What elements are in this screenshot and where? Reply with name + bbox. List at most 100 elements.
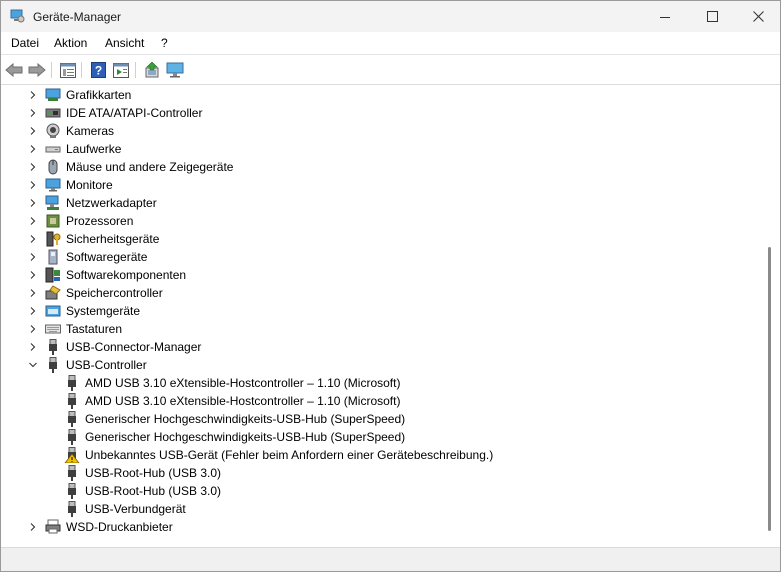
help-button[interactable]: ? <box>88 60 108 80</box>
tree-item-label: USB-Root-Hub (USB 3.0) <box>85 484 222 498</box>
tree-category[interactable]: Softwaregeräte <box>3 248 763 266</box>
tree-category[interactable]: Systemgeräte <box>3 302 763 320</box>
tree-item-label: USB-Connector-Manager <box>66 340 202 354</box>
camera-icon <box>45 123 61 139</box>
chevron-right-icon[interactable] <box>28 324 38 334</box>
chevron-right-icon[interactable] <box>28 108 38 118</box>
menu-aktion[interactable]: Aktion <box>54 36 87 50</box>
chevron-right-icon[interactable] <box>28 234 38 244</box>
printer-icon <box>45 519 61 535</box>
tree-category[interactable]: Softwarekomponenten <box>3 266 763 284</box>
tree-category[interactable]: Speichercontroller <box>3 284 763 302</box>
chevron-right-icon[interactable] <box>28 252 38 262</box>
tree-item-label: Kameras <box>66 124 115 138</box>
tree-category[interactable]: Sicherheitsgeräte <box>3 230 763 248</box>
chevron-right-icon[interactable] <box>28 522 38 532</box>
chevron-right-icon[interactable] <box>28 342 38 352</box>
tree-device[interactable]: Generischer Hochgeschwindigkeits-USB-Hub… <box>3 410 763 428</box>
device-tree: Grafikkarten IDE ATA/ATAPI-Controller Kame… <box>3 85 764 547</box>
details-view-button[interactable] <box>111 60 131 80</box>
tree-item-label: Generischer Hochgeschwindigkeits-USB-Hub… <box>85 412 406 426</box>
device-manager-app-icon <box>10 9 25 23</box>
scan-hardware-button[interactable] <box>165 60 185 80</box>
tree-item-label: Speichercontroller <box>66 286 163 300</box>
usb-icon <box>45 357 61 373</box>
close-button[interactable] <box>735 1 780 32</box>
usb-icon <box>64 465 80 481</box>
tree-item-label: Netzwerkadapter <box>66 196 157 210</box>
tree-device[interactable]: USB-Root-Hub (USB 3.0) <box>3 464 763 482</box>
tree-item-label: Sicherheitsgeräte <box>66 232 160 246</box>
network-adapter-icon <box>45 195 61 211</box>
tree-item-label: Systemgeräte <box>66 304 141 318</box>
tree-device[interactable]: USB-Root-Hub (USB 3.0) <box>3 482 763 500</box>
display-adapter-icon <box>45 87 61 103</box>
chevron-right-icon[interactable] <box>28 180 38 190</box>
monitor-icon <box>166 62 184 78</box>
usb-icon <box>64 483 80 499</box>
usb-icon <box>45 339 61 355</box>
tree-device[interactable]: Unbekanntes USB-Gerät (Fehler beim Anfor… <box>3 446 763 464</box>
usb-icon <box>64 393 80 409</box>
minimize-button[interactable] <box>642 1 688 32</box>
toolbar-separator <box>135 62 136 78</box>
tree-category[interactable]: Mäuse und andere Zeigegeräte <box>3 158 763 176</box>
properties-view-button[interactable] <box>58 60 78 80</box>
tree-item-label: AMD USB 3.10 eXtensible-Hostcontroller –… <box>85 376 401 390</box>
tree-category[interactable]: Laufwerke <box>3 140 763 158</box>
chevron-right-icon[interactable] <box>28 126 38 136</box>
tree-item-label: IDE ATA/ATAPI-Controller <box>66 106 203 120</box>
tree-category[interactable]: IDE ATA/ATAPI-Controller <box>3 104 763 122</box>
usb-icon <box>64 501 80 517</box>
chevron-right-icon[interactable] <box>28 288 38 298</box>
vertical-scrollbar[interactable] <box>765 85 779 547</box>
tree-device[interactable]: USB-Verbundgerät <box>3 500 763 518</box>
usb-icon <box>64 375 80 391</box>
chevron-right-icon[interactable] <box>28 216 38 226</box>
tree-category[interactable]: Kameras <box>3 122 763 140</box>
chevron-right-icon[interactable] <box>28 144 38 154</box>
tree-category[interactable]: Monitore <box>3 176 763 194</box>
toolbar: ? <box>1 55 780 85</box>
usb-icon <box>64 429 80 445</box>
chevron-right-icon[interactable] <box>28 198 38 208</box>
scrollbar-thumb[interactable] <box>768 247 771 531</box>
tree-category[interactable]: USB-Connector-Manager <box>3 338 763 356</box>
svg-text:?: ? <box>94 64 101 78</box>
mouse-icon <box>45 159 61 175</box>
device-manager-window: Geräte-Manager Datei Aktion Ansicht ? ? <box>0 0 781 572</box>
chevron-right-icon[interactable] <box>28 306 38 316</box>
menu-datei[interactable]: Datei <box>11 36 39 50</box>
chevron-right-icon[interactable] <box>28 270 38 280</box>
tree-category[interactable]: WSD-Druckanbieter <box>3 518 763 536</box>
forward-button[interactable] <box>27 60 47 80</box>
tree-item-label: AMD USB 3.10 eXtensible-Hostcontroller –… <box>85 394 401 408</box>
chevron-down-icon[interactable] <box>28 360 38 370</box>
menu-help[interactable]: ? <box>161 36 168 50</box>
tree-item-label: Softwarekomponenten <box>66 268 187 282</box>
tree-category[interactable]: Tastaturen <box>3 320 763 338</box>
tree-item-label: Generischer Hochgeschwindigkeits-USB-Hub… <box>85 430 406 444</box>
usb-warning-icon <box>64 447 80 463</box>
chevron-right-icon[interactable] <box>28 90 38 100</box>
tree-device[interactable]: AMD USB 3.10 eXtensible-Hostcontroller –… <box>3 392 763 410</box>
software-component-icon <box>45 267 61 283</box>
window-title: Geräte-Manager <box>33 10 122 24</box>
tree-device[interactable]: Generischer Hochgeschwindigkeits-USB-Hub… <box>3 428 763 446</box>
tree-item-label: Unbekanntes USB-Gerät (Fehler beim Anfor… <box>85 448 494 462</box>
tree-device[interactable]: AMD USB 3.10 eXtensible-Hostcontroller –… <box>3 374 763 392</box>
tree-item-label: Tastaturen <box>66 322 123 336</box>
tree-category[interactable]: USB-Controller <box>3 356 763 374</box>
tree-category[interactable]: Grafikkarten <box>3 86 763 104</box>
tree-item-label: USB-Verbundgerät <box>85 502 186 516</box>
maximize-button[interactable] <box>689 1 735 32</box>
back-button[interactable] <box>4 60 24 80</box>
tree-category[interactable]: Prozessoren <box>3 212 763 230</box>
storage-controller-icon <box>45 285 61 301</box>
tree-category[interactable]: Netzwerkadapter <box>3 194 763 212</box>
toolbar-separator <box>51 62 52 78</box>
title-bar[interactable]: Geräte-Manager <box>1 1 780 32</box>
update-driver-button[interactable] <box>142 60 162 80</box>
menu-ansicht[interactable]: Ansicht <box>105 36 144 50</box>
chevron-right-icon[interactable] <box>28 162 38 172</box>
